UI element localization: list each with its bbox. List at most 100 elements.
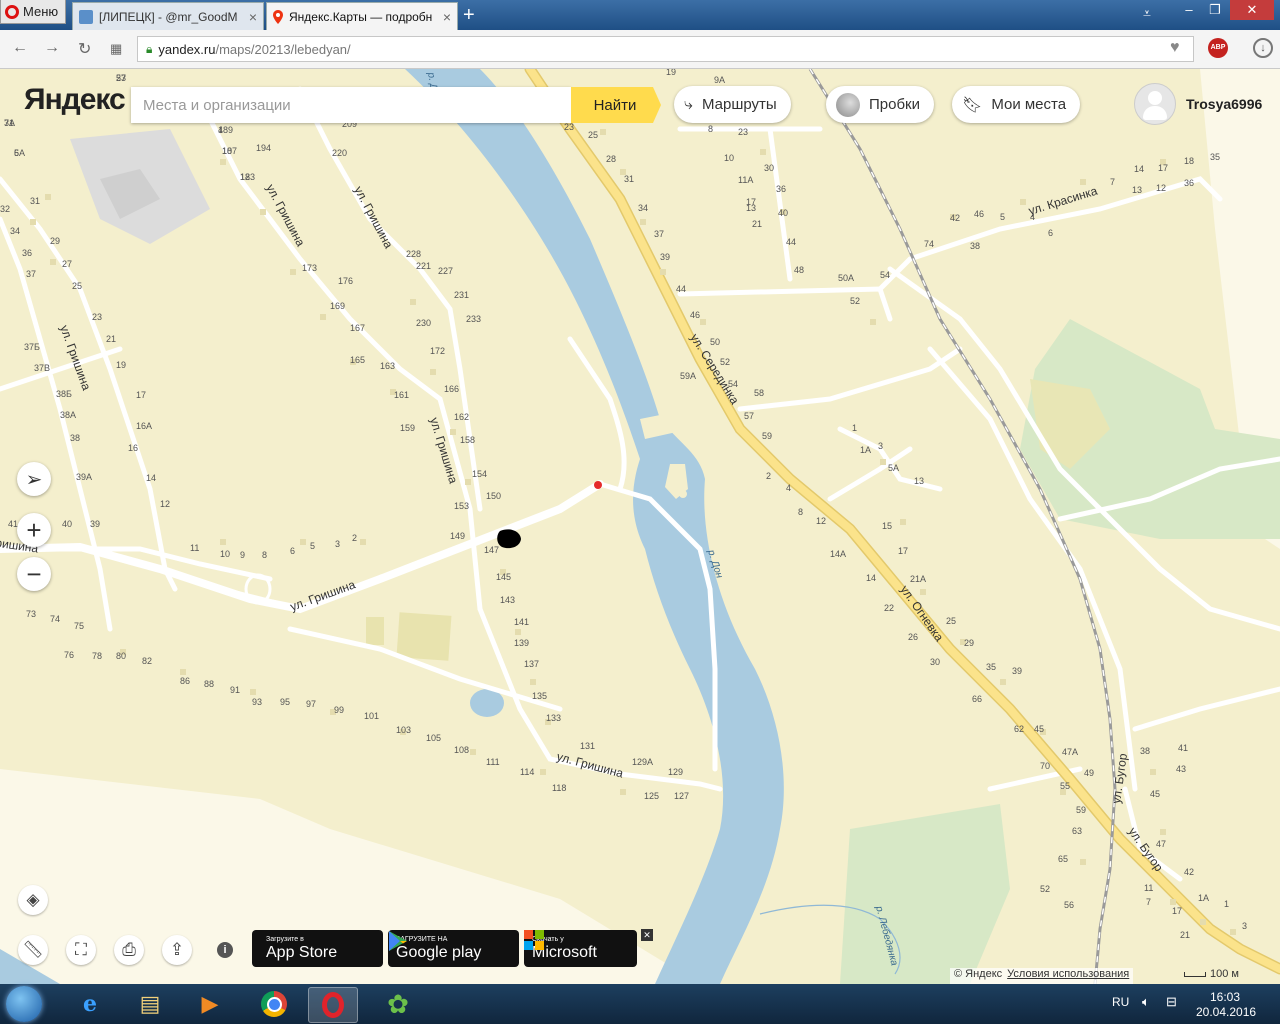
house-number-label: 82 — [142, 656, 152, 666]
share-button[interactable]: ⇪ — [162, 935, 192, 965]
house-number-label: 8 — [708, 124, 713, 134]
house-number-label: 65 — [1058, 854, 1068, 864]
close-ad-icon[interactable]: ✕ — [641, 929, 653, 941]
house-number-label: 19 — [116, 360, 126, 370]
username[interactable]: Trosya6996 — [1186, 96, 1262, 112]
house-number-label: 108 — [454, 745, 469, 755]
street-label-grishina: ул. Гришина — [351, 184, 396, 251]
routes-button[interactable]: ⤷ Маршруты — [674, 86, 791, 123]
house-number-label: 52 — [850, 296, 860, 306]
bookmark-heart-icon[interactable]: ♥ — [1170, 39, 1180, 57]
search-input[interactable] — [131, 87, 571, 123]
house-number-label: 2 — [766, 471, 771, 481]
network-icon[interactable]: ⊟ — [1166, 994, 1177, 1010]
map-canvas[interactable]: ул. Гришина ул. Гришина ул. Гришина ул. … — [0, 69, 1280, 984]
house-number-label: 4 — [1030, 212, 1035, 222]
volume-icon[interactable]: 🔈︎ — [1142, 994, 1150, 1010]
forward-arrow-icon[interactable]: → — [44, 39, 60, 57]
house-number-label: 16 — [128, 443, 138, 453]
copyright-bar: © Яндекс Условия использования — [950, 968, 1134, 984]
house-number-label: 78 — [92, 651, 102, 661]
tab-menu-icon[interactable]: ⩡ — [1143, 5, 1151, 22]
panorama-button[interactable]: ⛶ — [66, 935, 96, 965]
layers-button[interactable]: ◈ — [18, 885, 48, 915]
house-number-label: 12 — [160, 499, 170, 509]
geolocation-button[interactable]: ➢ — [17, 462, 51, 496]
adblock-plus-icon[interactable]: ABP — [1208, 38, 1228, 58]
house-number-label: 44 — [676, 284, 686, 294]
close-window-button[interactable]: ✕ — [1230, 0, 1274, 20]
file-explorer-icon[interactable]: ▤ — [126, 987, 174, 1021]
house-number-label: 63 — [1072, 826, 1082, 836]
house-number-label: 42 — [1184, 867, 1194, 877]
map-point-marker[interactable] — [594, 481, 602, 489]
house-number-label: 31 — [4, 118, 14, 128]
house-number-label: 43 — [1176, 764, 1186, 774]
house-number-label: 74 — [50, 614, 60, 624]
downloads-icon[interactable]: ↓ — [1253, 38, 1273, 58]
tab-yandex-maps[interactable]: Яндекс.Карты — подробн × — [266, 2, 458, 30]
house-number-label: 49 — [1084, 768, 1094, 778]
house-number-label: 153 — [454, 501, 469, 511]
ruler-button[interactable]: 📏︎ — [18, 935, 48, 965]
house-number-label: 21 — [106, 334, 116, 344]
house-number-label: 40 — [62, 519, 72, 529]
house-number-label: 13 — [1132, 185, 1142, 195]
map-area[interactable]: ул. Гришина ул. Гришина ул. Гришина ул. … — [0, 69, 1280, 984]
yandex-logo[interactable]: Яндекс — [24, 83, 126, 117]
house-number-label: 103 — [396, 725, 411, 735]
house-number-label: 105 — [426, 733, 441, 743]
layers-icon: ◈ — [26, 890, 40, 909]
minimize-button[interactable]: – — [1176, 0, 1202, 20]
house-number-label: 88 — [204, 679, 214, 689]
back-arrow-icon[interactable]: ← — [12, 39, 28, 57]
opera-menu-button[interactable]: Меню — [0, 0, 66, 24]
app-store-badge[interactable]: Загрузите в App Store — [252, 930, 383, 967]
house-number-label: 1 — [1224, 899, 1229, 909]
tab-title: Яндекс.Карты — подробн — [289, 9, 433, 24]
start-button[interactable] — [6, 986, 42, 1022]
map-pin-favicon-icon — [273, 9, 283, 24]
house-number-label: 29 — [964, 638, 974, 648]
close-tab-icon[interactable]: × — [249, 9, 257, 25]
zoom-in-button[interactable]: + — [17, 513, 51, 547]
chrome-icon[interactable] — [250, 987, 298, 1021]
vk-favicon-icon — [79, 9, 93, 24]
media-player-icon[interactable]: ▶ — [186, 987, 234, 1021]
user-avatar[interactable] — [1134, 83, 1176, 125]
tab-lipetsk[interactable]: [ЛИПЕЦК] - @mr_GoodM × — [72, 2, 264, 30]
icq-icon[interactable]: ✿ — [374, 987, 422, 1021]
google-play-badge[interactable]: ЗАГРУЗИТЕ НА Google play — [388, 930, 519, 967]
house-number-label: 2 — [352, 533, 357, 543]
house-number-label: 154 — [472, 469, 487, 479]
route-icon: ⤷ — [684, 95, 693, 113]
language-indicator[interactable]: RU — [1112, 995, 1129, 1009]
close-tab-icon[interactable]: × — [443, 9, 451, 25]
house-number-label: 55 — [1060, 781, 1070, 791]
google-play-big: Google play — [396, 943, 482, 961]
url-field[interactable]: 🔒︎ yandex.ru/maps/20213/lebedyan/ — [137, 36, 1194, 62]
print-button[interactable]: ⎙ — [114, 935, 144, 965]
house-number-label: 41 — [1178, 743, 1188, 753]
house-number-label: 31 — [30, 196, 40, 206]
microsoft-badge[interactable]: Скачать у Microsoft — [524, 930, 637, 967]
traffic-button[interactable]: Пробки — [826, 86, 934, 123]
internet-explorer-icon[interactable]: e — [66, 987, 114, 1021]
info-button[interactable]: i — [210, 935, 240, 965]
new-tab-button[interactable]: + — [463, 3, 475, 27]
find-button[interactable]: Найти — [571, 87, 661, 123]
zoom-out-button[interactable]: − — [17, 557, 51, 591]
house-number-label: 17 — [746, 197, 756, 207]
my-places-button[interactable]: 🔖︎ Мои места — [952, 86, 1081, 123]
house-number-label: 27 — [116, 73, 126, 83]
house-number-label: 143 — [500, 595, 515, 605]
terms-link[interactable]: Условия использования — [1007, 968, 1129, 984]
speed-dial-grid-icon[interactable]: ▦ — [110, 41, 122, 57]
menu-label: Меню — [23, 4, 59, 19]
system-clock[interactable]: 16:03 20.04.2016 — [1196, 990, 1256, 1020]
house-number-label: 161 — [394, 390, 409, 400]
maximize-button[interactable]: ❐ — [1202, 0, 1228, 20]
opera-taskbar-icon[interactable] — [308, 987, 358, 1023]
house-number-label: 230 — [416, 318, 431, 328]
reload-icon[interactable]: ↻ — [78, 39, 91, 59]
